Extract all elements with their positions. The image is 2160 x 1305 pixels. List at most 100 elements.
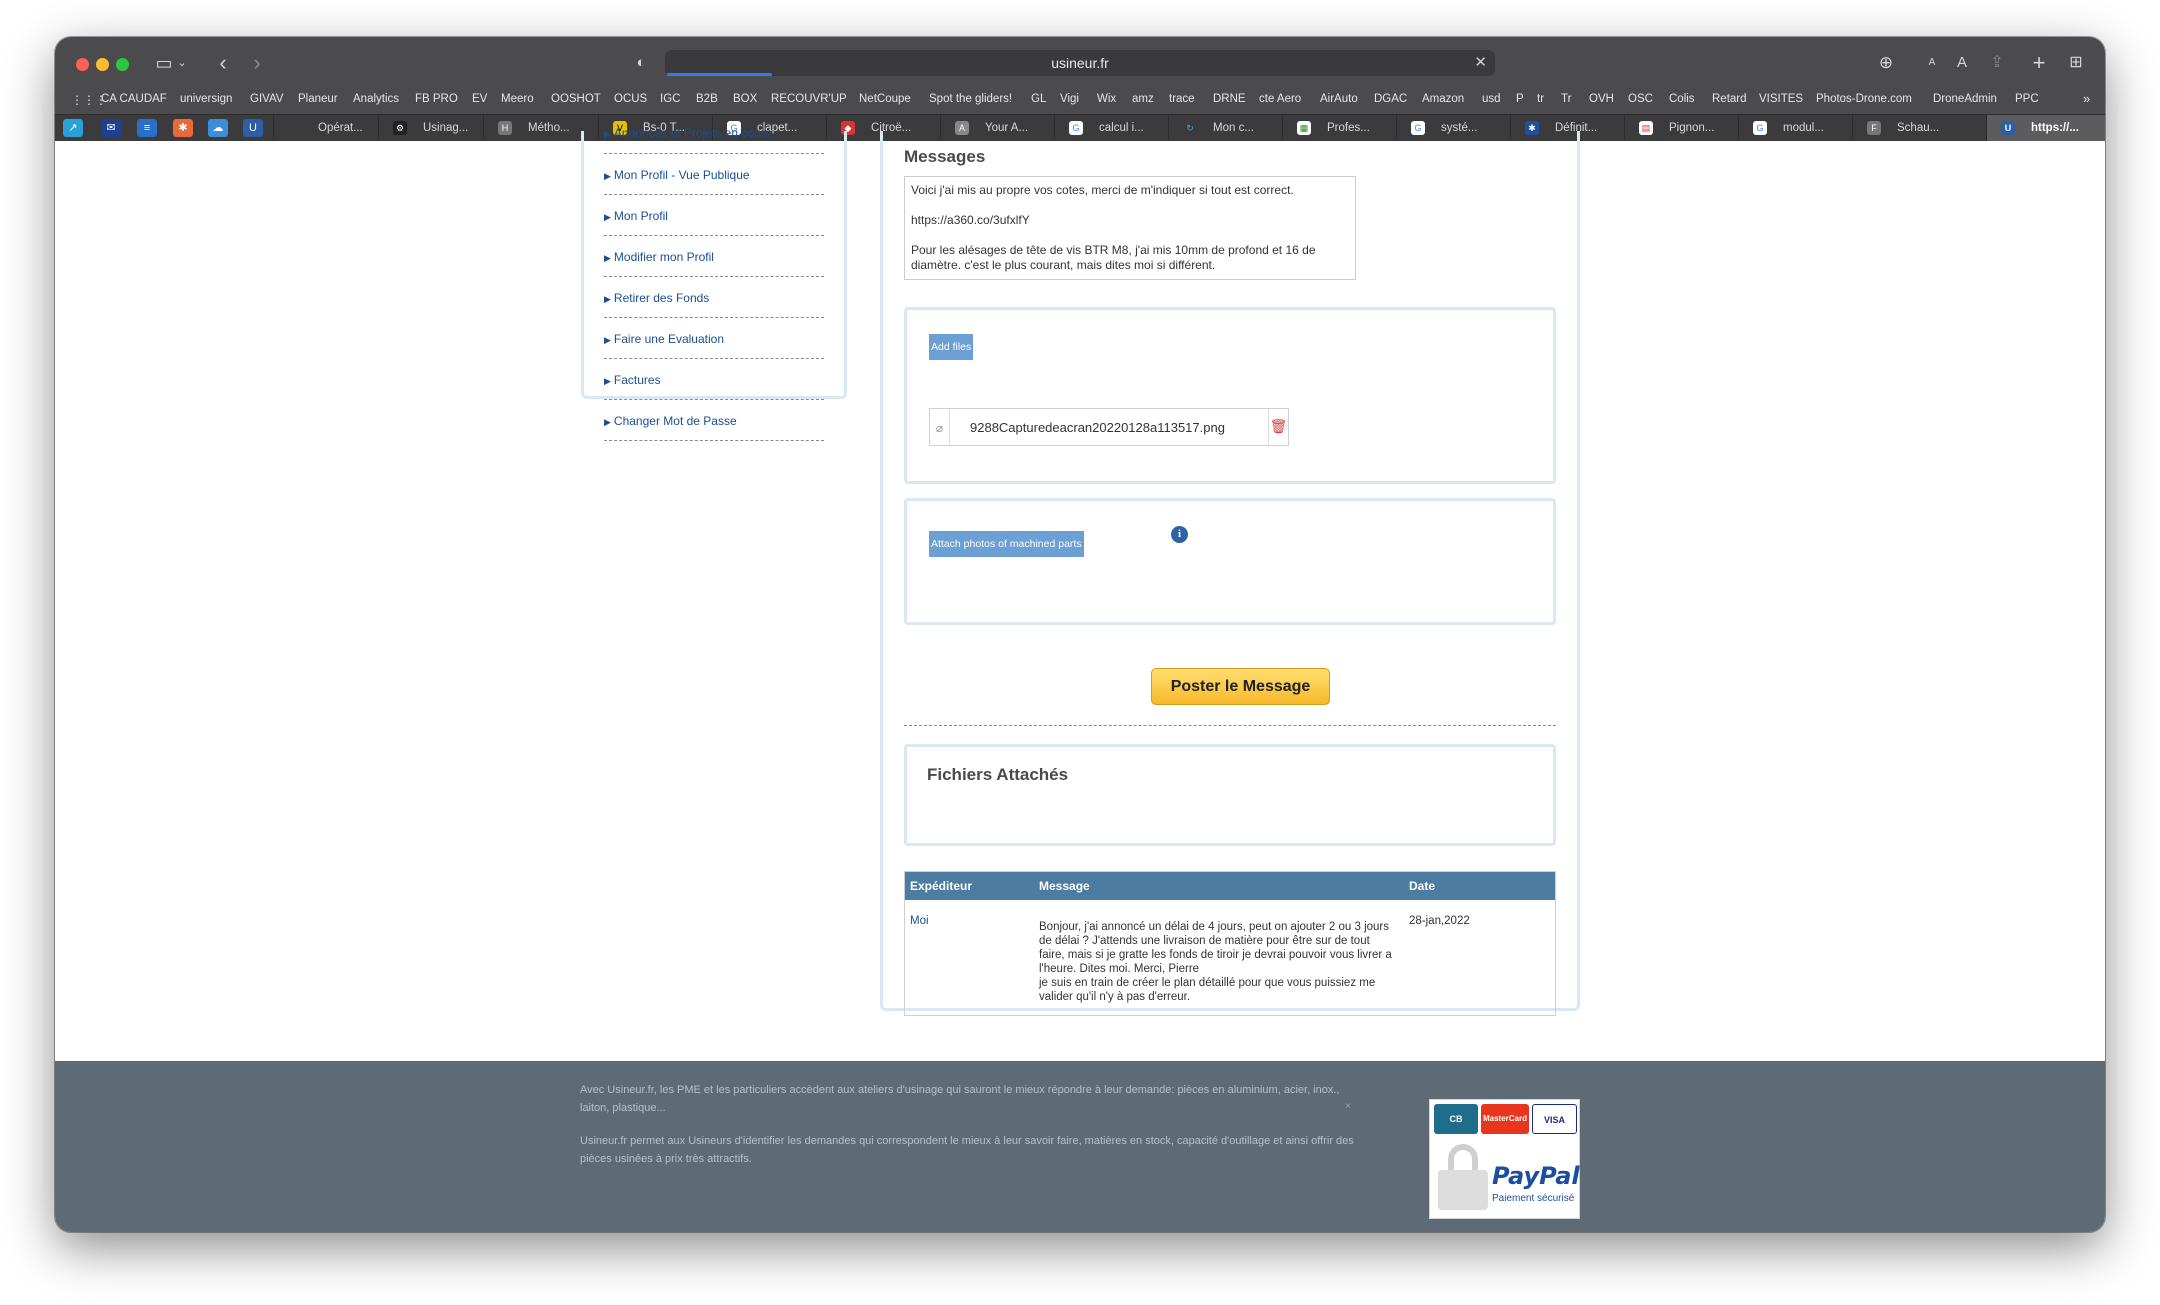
bookmark-item[interactable]: GIVAV <box>250 93 283 105</box>
message-text: je suis en train de créer le plan détail… <box>1039 977 1376 1003</box>
column-header: Expéditeur <box>910 879 973 893</box>
forward-arrow-icon[interactable]: › <box>247 51 267 75</box>
bookmark-item[interactable]: usd <box>1482 93 1501 105</box>
message-textarea[interactable]: Voici j'ai mis au propre vos cotes, merc… <box>904 176 1356 280</box>
pinned-tab-mail-icon[interactable]: ✉ <box>101 119 121 137</box>
address-bar[interactable]: usineur.fr ✕ <box>665 50 1495 76</box>
bookmark-item[interactable]: BOX <box>733 93 757 105</box>
bookmark-item[interactable]: Photos-Drone.com <box>1816 93 1912 105</box>
sidebar-link-annonces[interactable]: ▶ Annonces et Projets en cours <box>604 121 824 154</box>
bookmark-item[interactable]: Tr <box>1561 93 1571 105</box>
browser-tab[interactable]: F Schau... <box>1852 115 1966 141</box>
tab-title: https://... <box>2031 122 2079 134</box>
bookmark-item[interactable]: CA CAUDAF <box>101 93 167 105</box>
browser-tab-active[interactable]: Uhttps://... <box>1986 115 2105 141</box>
bookmark-item[interactable]: OSC <box>1628 93 1653 105</box>
pinned-tab-usineur-icon[interactable]: U <box>243 119 263 137</box>
bookmark-item[interactable]: P <box>1516 93 1524 105</box>
pinned-tab-menu-icon[interactable]: ≡ <box>137 119 157 137</box>
bookmark-item[interactable]: OCUS <box>614 93 647 105</box>
chevron-down-icon[interactable]: ⌄ <box>175 51 189 75</box>
zoom-window-button[interactable] <box>116 58 129 71</box>
info-icon[interactable]: i <box>1171 526 1188 543</box>
sidebar-link-modifier-profil[interactable]: ▶ Modifier mon Profil <box>604 236 824 277</box>
triangle-right-icon: ▶ <box>604 212 611 222</box>
close-icon[interactable]: × <box>1345 1101 1351 1112</box>
bookmark-item[interactable]: Amazon <box>1422 93 1464 105</box>
bookmark-item[interactable]: Colis <box>1669 93 1695 105</box>
table-cell-message: Bonjour, j'ai annoncé un délai de 4 jour… <box>1039 920 1394 1004</box>
triangle-right-icon: ▶ <box>604 253 611 263</box>
bookmark-item[interactable]: NetCoupe <box>859 93 911 105</box>
bookmark-item[interactable]: DGAC <box>1374 93 1407 105</box>
post-message-button[interactable]: Poster le Message <box>1151 668 1330 705</box>
title-bar: ▭ ⌄ ‹ › ◐ usineur.fr ✕ ⊕ A A ⇪ + ⊞ <box>55 37 2105 89</box>
browser-tab[interactable]: Opérat... <box>273 115 378 141</box>
shield-icon[interactable]: ◐ <box>631 51 651 75</box>
text-larger-icon[interactable]: A <box>1953 51 1971 75</box>
bookmark-item[interactable]: trace <box>1169 93 1195 105</box>
bookmark-item[interactable]: VISITES <box>1759 93 1803 105</box>
tab-overview-icon[interactable]: ⊞ <box>2065 51 2087 75</box>
bookmark-item[interactable]: OVH <box>1589 93 1614 105</box>
bookmark-item[interactable]: Spot the gliders! <box>929 93 1012 105</box>
bookmarks-bar: ⋮⋮⋮ CA CAUDAF universign GIVAV Planeur A… <box>55 89 2105 111</box>
new-tab-icon[interactable]: + <box>2029 51 2049 75</box>
sidebar-link-mot-de-passe[interactable]: ▶ Changer Mot de Passe <box>604 400 824 441</box>
bookmark-item[interactable]: Retard <box>1712 93 1747 105</box>
pinned-tab-arrow-icon[interactable]: ↗ <box>63 119 83 137</box>
bookmark-item[interactable]: Analytics <box>353 93 399 105</box>
bookmark-item[interactable]: GL <box>1031 93 1046 105</box>
attach-photos-button[interactable]: Attach photos of machined parts <box>929 531 1084 557</box>
stop-loading-icon[interactable]: ✕ <box>1474 50 1487 76</box>
bookmark-item[interactable]: OOSHOT <box>551 93 601 105</box>
browser-tab[interactable]: ⚙ Usinag... <box>378 115 483 141</box>
sidebar-link-profil-public[interactable]: ▶ Mon Profil - Vue Publique <box>604 154 824 195</box>
bookmark-item[interactable]: amz <box>1132 93 1154 105</box>
letter-f-favicon-icon: F <box>1867 121 1881 135</box>
sidebar-link-factures[interactable]: ▶ Factures <box>604 359 824 400</box>
text-smaller-icon[interactable]: A <box>1925 51 1939 75</box>
bookmark-item[interactable]: PPC <box>2015 93 2039 105</box>
browser-tab[interactable]: ▤ Pignon... <box>1624 115 1738 141</box>
share-icon[interactable]: ⇪ <box>1987 51 2007 75</box>
footer-paragraph: Avec Usineur.fr, les PME et les particul… <box>580 1084 1340 1114</box>
tab-title: Usinag... <box>423 122 469 134</box>
sidebar-toggle-icon[interactable]: ▭ <box>153 51 175 75</box>
triangle-right-icon: ▶ <box>604 294 611 304</box>
bookmark-item[interactable]: IGC <box>660 93 680 105</box>
add-files-button[interactable]: Add files <box>929 334 974 360</box>
pinned-tab-chat-icon[interactable]: ☁ <box>208 119 228 137</box>
bookmark-item[interactable]: AirAuto <box>1320 93 1358 105</box>
sidebar-link-retirer-fonds[interactable]: ▶ Retirer des Fonds <box>604 277 824 318</box>
close-window-button[interactable] <box>76 58 89 71</box>
sidebar-link-evaluation[interactable]: ▶ Faire une Evaluation <box>604 318 824 359</box>
chevron-right-icon[interactable]: » <box>2083 91 2090 106</box>
bookmark-item[interactable]: EV <box>472 93 487 105</box>
tab-title: Opérat... <box>318 122 363 134</box>
bookmark-item[interactable]: Meero <box>501 93 534 105</box>
pinned-tab-hubspot-icon[interactable]: ✱ <box>173 119 193 137</box>
bookmark-item[interactable]: DroneAdmin <box>1933 93 1997 105</box>
download-icon[interactable]: ⊕ <box>1875 51 1897 75</box>
bookmark-item[interactable]: Planeur <box>298 93 338 105</box>
bookmark-item[interactable]: tr <box>1537 93 1544 105</box>
back-arrow-icon[interactable]: ‹ <box>213 51 233 75</box>
table-cell-sender[interactable]: Moi <box>910 914 929 928</box>
bookmark-item[interactable]: DRNE <box>1213 93 1246 105</box>
attach-photos-section: Attach photos of machined parts i <box>904 498 1556 625</box>
bookmark-item[interactable]: Vigi <box>1060 93 1079 105</box>
trash-icon[interactable]: 🗑 <box>1268 409 1288 445</box>
message-line: Voici j'ai mis au propre vos cotes, merc… <box>911 183 1294 197</box>
bookmark-item[interactable]: Wix <box>1097 93 1116 105</box>
sidebar-link-mon-profil[interactable]: ▶ Mon Profil <box>604 195 824 236</box>
bookmark-item[interactable]: FB PRO <box>415 93 458 105</box>
bookmark-item[interactable]: universign <box>180 93 232 105</box>
bookmark-item[interactable]: cte Aero <box>1259 93 1301 105</box>
bookmark-item[interactable]: RECOUVR'UP <box>771 93 847 105</box>
bookmark-item[interactable]: B2B <box>696 93 718 105</box>
browser-tab[interactable]: Gmodul... <box>1738 115 1852 141</box>
padlock-icon <box>1438 1144 1488 1210</box>
minimize-window-button[interactable] <box>96 58 109 71</box>
triangle-right-icon: ▶ <box>604 129 611 139</box>
